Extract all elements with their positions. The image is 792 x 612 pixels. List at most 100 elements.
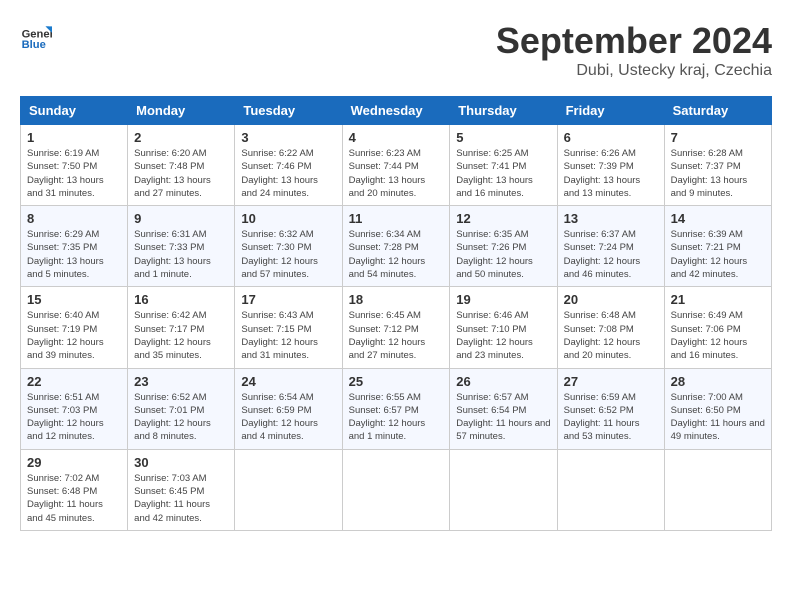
day-number: 20 bbox=[564, 292, 658, 307]
calendar-cell: 20Sunrise: 6:48 AMSunset: 7:08 PMDayligh… bbox=[557, 287, 664, 368]
calendar-cell bbox=[664, 449, 771, 530]
calendar-cell: 10 Sunrise: 6:32 AMSunset: 7:30 PMDayligh… bbox=[235, 206, 342, 287]
logo: General Blue bbox=[20, 20, 52, 52]
day-number: 17 bbox=[241, 292, 335, 307]
calendar-cell: 25 Sunrise: 6:55 AMSunset: 6:57 PMDayligh… bbox=[342, 368, 450, 449]
day-number: 12 bbox=[456, 211, 550, 226]
calendar-cell bbox=[450, 449, 557, 530]
logo-icon: General Blue bbox=[20, 20, 52, 52]
header-day-wednesday: Wednesday bbox=[342, 97, 450, 125]
cell-info: Sunrise: 6:20 AMSunset: 7:48 PMDaylight:… bbox=[134, 147, 228, 200]
cell-info: Sunrise: 6:28 AMSunset: 7:37 PMDaylight:… bbox=[671, 147, 765, 200]
cell-info: Sunrise: 6:55 AMSunset: 6:57 PMDaylight:… bbox=[349, 391, 444, 444]
day-number: 29 bbox=[27, 455, 121, 470]
day-number: 8 bbox=[27, 211, 121, 226]
cell-info: Sunrise: 6:40 AMSunset: 7:19 PMDaylight:… bbox=[27, 309, 121, 362]
calendar-cell: 13 Sunrise: 6:37 AMSunset: 7:24 PMDayligh… bbox=[557, 206, 664, 287]
day-number: 7 bbox=[671, 130, 765, 145]
calendar-cell bbox=[342, 449, 450, 530]
calendar-cell bbox=[235, 449, 342, 530]
calendar-cell: 18 Sunrise: 6:45 AMSunset: 7:12 PMDayligh… bbox=[342, 287, 450, 368]
calendar-cell bbox=[557, 449, 664, 530]
day-number: 6 bbox=[564, 130, 658, 145]
calendar-cell: 16 Sunrise: 6:42 AMSunset: 7:17 PMDayligh… bbox=[128, 287, 235, 368]
day-number: 25 bbox=[349, 374, 444, 389]
calendar-cell: 14Sunrise: 6:39 AMSunset: 7:21 PMDayligh… bbox=[664, 206, 771, 287]
calendar-header-row: SundayMondayTuesdayWednesdayThursdayFrid… bbox=[21, 97, 772, 125]
cell-info: Sunrise: 6:59 AMSunset: 6:52 PMDaylight:… bbox=[564, 391, 658, 444]
day-number: 4 bbox=[349, 130, 444, 145]
page-subtitle: Dubi, Ustecky kraj, Czechia bbox=[496, 62, 772, 80]
calendar-table: SundayMondayTuesdayWednesdayThursdayFrid… bbox=[20, 96, 772, 531]
cell-info: Sunrise: 6:23 AMSunset: 7:44 PMDaylight:… bbox=[349, 147, 444, 200]
calendar-week-2: 8 Sunrise: 6:29 AMSunset: 7:35 PMDaylight… bbox=[21, 206, 772, 287]
cell-info: Sunrise: 6:34 AMSunset: 7:28 PMDaylight:… bbox=[349, 228, 444, 281]
cell-info: Sunrise: 6:49 AMSunset: 7:06 PMDaylight:… bbox=[671, 309, 765, 362]
day-number: 19 bbox=[456, 292, 550, 307]
cell-info: Sunrise: 6:25 AMSunset: 7:41 PMDaylight:… bbox=[456, 147, 550, 200]
calendar-cell: 28Sunrise: 7:00 AMSunset: 6:50 PMDayligh… bbox=[664, 368, 771, 449]
calendar-cell: 17Sunrise: 6:43 AMSunset: 7:15 PMDayligh… bbox=[235, 287, 342, 368]
calendar-cell: 1 Sunrise: 6:19 AMSunset: 7:50 PMDaylight… bbox=[21, 125, 128, 206]
svg-text:Blue: Blue bbox=[22, 39, 46, 51]
calendar-cell: 30 Sunrise: 7:03 AMSunset: 6:45 PMDayligh… bbox=[128, 449, 235, 530]
day-number: 22 bbox=[27, 374, 121, 389]
day-number: 15 bbox=[27, 292, 121, 307]
calendar-week-5: 29 Sunrise: 7:02 AMSunset: 6:48 PMDayligh… bbox=[21, 449, 772, 530]
cell-info: Sunrise: 7:02 AMSunset: 6:48 PMDaylight:… bbox=[27, 472, 121, 525]
calendar-week-4: 22 Sunrise: 6:51 AMSunset: 7:03 PMDayligh… bbox=[21, 368, 772, 449]
cell-info: Sunrise: 6:35 AMSunset: 7:26 PMDaylight:… bbox=[456, 228, 550, 281]
calendar-cell: 5Sunrise: 6:25 AMSunset: 7:41 PMDaylight… bbox=[450, 125, 557, 206]
cell-info: Sunrise: 6:19 AMSunset: 7:50 PMDaylight:… bbox=[27, 147, 121, 200]
day-number: 24 bbox=[241, 374, 335, 389]
cell-info: Sunrise: 6:46 AMSunset: 7:10 PMDaylight:… bbox=[456, 309, 550, 362]
day-number: 23 bbox=[134, 374, 228, 389]
calendar-cell: 23 Sunrise: 6:52 AMSunset: 7:01 PMDayligh… bbox=[128, 368, 235, 449]
cell-info: Sunrise: 6:31 AMSunset: 7:33 PMDaylight:… bbox=[134, 228, 228, 281]
day-number: 16 bbox=[134, 292, 228, 307]
calendar-cell: 9Sunrise: 6:31 AMSunset: 7:33 PMDaylight… bbox=[128, 206, 235, 287]
day-number: 2 bbox=[134, 130, 228, 145]
calendar-cell: 21 Sunrise: 6:49 AMSunset: 7:06 PMDayligh… bbox=[664, 287, 771, 368]
calendar-cell: 19 Sunrise: 6:46 AMSunset: 7:10 PMDayligh… bbox=[450, 287, 557, 368]
calendar-cell: 11 Sunrise: 6:34 AMSunset: 7:28 PMDayligh… bbox=[342, 206, 450, 287]
calendar-cell: 22 Sunrise: 6:51 AMSunset: 7:03 PMDayligh… bbox=[21, 368, 128, 449]
day-number: 30 bbox=[134, 455, 228, 470]
header-day-friday: Friday bbox=[557, 97, 664, 125]
cell-info: Sunrise: 6:29 AMSunset: 7:35 PMDaylight:… bbox=[27, 228, 121, 281]
calendar-cell: 4 Sunrise: 6:23 AMSunset: 7:44 PMDaylight… bbox=[342, 125, 450, 206]
calendar-cell: 27 Sunrise: 6:59 AMSunset: 6:52 PMDayligh… bbox=[557, 368, 664, 449]
calendar-week-1: 1 Sunrise: 6:19 AMSunset: 7:50 PMDaylight… bbox=[21, 125, 772, 206]
cell-info: Sunrise: 6:45 AMSunset: 7:12 PMDaylight:… bbox=[349, 309, 444, 362]
day-number: 13 bbox=[564, 211, 658, 226]
cell-info: Sunrise: 7:03 AMSunset: 6:45 PMDaylight:… bbox=[134, 472, 228, 525]
day-number: 27 bbox=[564, 374, 658, 389]
cell-info: Sunrise: 6:52 AMSunset: 7:01 PMDaylight:… bbox=[134, 391, 228, 444]
day-number: 28 bbox=[671, 374, 765, 389]
cell-info: Sunrise: 6:42 AMSunset: 7:17 PMDaylight:… bbox=[134, 309, 228, 362]
calendar-week-3: 15 Sunrise: 6:40 AMSunset: 7:19 PMDayligh… bbox=[21, 287, 772, 368]
day-number: 1 bbox=[27, 130, 121, 145]
cell-info: Sunrise: 6:57 AMSunset: 6:54 PMDaylight:… bbox=[456, 391, 550, 444]
cell-info: Sunrise: 6:39 AMSunset: 7:21 PMDaylight:… bbox=[671, 228, 765, 281]
calendar-cell: 3Sunrise: 6:22 AMSunset: 7:46 PMDaylight… bbox=[235, 125, 342, 206]
cell-info: Sunrise: 6:32 AMSunset: 7:30 PMDaylight:… bbox=[241, 228, 335, 281]
day-number: 21 bbox=[671, 292, 765, 307]
day-number: 11 bbox=[349, 211, 444, 226]
day-number: 10 bbox=[241, 211, 335, 226]
header-day-thursday: Thursday bbox=[450, 97, 557, 125]
day-number: 3 bbox=[241, 130, 335, 145]
page-title: September 2024 bbox=[496, 20, 772, 62]
cell-info: Sunrise: 6:51 AMSunset: 7:03 PMDaylight:… bbox=[27, 391, 121, 444]
calendar-cell: 7 Sunrise: 6:28 AMSunset: 7:37 PMDaylight… bbox=[664, 125, 771, 206]
day-number: 18 bbox=[349, 292, 444, 307]
cell-info: Sunrise: 6:26 AMSunset: 7:39 PMDaylight:… bbox=[564, 147, 658, 200]
calendar-cell: 12 Sunrise: 6:35 AMSunset: 7:26 PMDayligh… bbox=[450, 206, 557, 287]
calendar-cell: 2 Sunrise: 6:20 AMSunset: 7:48 PMDaylight… bbox=[128, 125, 235, 206]
title-area: September 2024 Dubi, Ustecky kraj, Czech… bbox=[496, 20, 772, 80]
cell-info: Sunrise: 6:37 AMSunset: 7:24 PMDaylight:… bbox=[564, 228, 658, 281]
header-day-monday: Monday bbox=[128, 97, 235, 125]
calendar-cell: 15 Sunrise: 6:40 AMSunset: 7:19 PMDayligh… bbox=[21, 287, 128, 368]
header-day-saturday: Saturday bbox=[664, 97, 771, 125]
cell-info: Sunrise: 6:54 AMSunset: 6:59 PMDaylight:… bbox=[241, 391, 335, 444]
